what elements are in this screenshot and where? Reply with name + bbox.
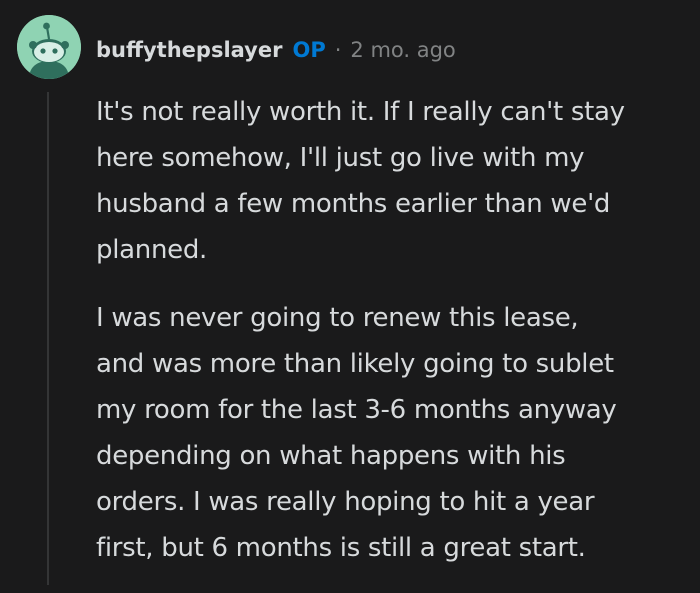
comment-body: It's not really worth it. If I really ca… xyxy=(96,89,688,593)
comment-paragraph: I was never going to renew this lease, a… xyxy=(96,295,688,571)
text-line: here somehow, I'll just go live with my xyxy=(96,143,585,173)
comment: buffythepslayer OP · 2 mo. ago It's not … xyxy=(0,0,700,585)
user-avatar-icon[interactable] xyxy=(17,15,81,79)
text-line: It's not really worth it. If I really ca… xyxy=(96,97,625,127)
timestamp-link[interactable]: 2 mo. ago xyxy=(350,38,455,62)
snoo-icon xyxy=(17,15,81,79)
text-line: I was never going to renew this lease, xyxy=(96,303,579,333)
separator-dot: · xyxy=(334,38,342,62)
thread-collapse-line[interactable] xyxy=(47,92,49,585)
text-line: planned. xyxy=(96,235,207,265)
text-line: and was more than likely going to sublet xyxy=(96,349,614,379)
username-link[interactable]: buffythepslayer xyxy=(96,38,282,62)
comment-paragraph: It's not really worth it. If I really ca… xyxy=(96,89,688,273)
op-badge: OP xyxy=(292,38,326,62)
comment-header: buffythepslayer OP · 2 mo. ago xyxy=(96,33,456,67)
text-line: depending on what happens with his xyxy=(96,441,566,471)
text-line: my room for the last 3-6 months anyway xyxy=(96,395,617,425)
text-line: first, but 6 months is still a great sta… xyxy=(96,533,586,563)
text-line: orders. I was really hoping to hit a yea… xyxy=(96,487,595,517)
text-line: husband a few months earlier than we'd xyxy=(96,189,611,219)
